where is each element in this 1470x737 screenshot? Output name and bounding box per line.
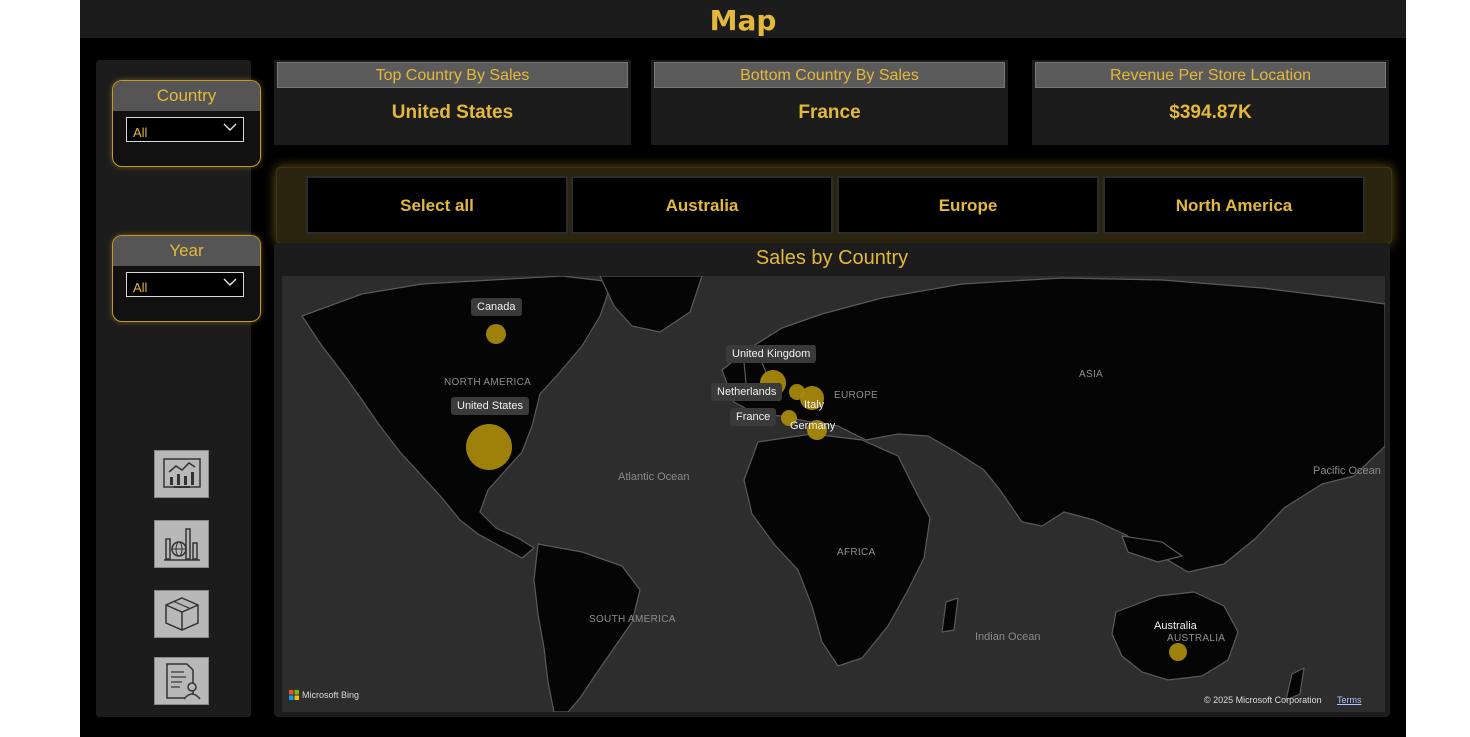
region-label-asia: ASIA [1079,369,1103,380]
bing-logo: Microsoft Bing [289,690,359,700]
year-slicer-label: Year [113,236,260,266]
label-united-states: United States [451,397,530,415]
tab-australia[interactable]: Australia [571,176,833,234]
kpi-top-country: Top Country By Sales United States [274,60,631,145]
analytics-dashboard-icon [162,458,201,488]
country-dropdown-value: All [133,125,148,140]
page-title: Map [709,4,777,37]
chevron-down-icon [223,278,237,286]
kpi-bottom-country-label: Bottom Country By Sales [654,62,1005,88]
kpi-revenue-per-store-value: $394.87K [1169,102,1252,123]
label-canada: Canada [471,298,522,316]
nav-global-sales-button[interactable] [154,520,209,568]
global-bar-chart-icon [163,528,200,561]
chevron-down-icon [223,123,237,131]
sales-map-panel: Sales by Country NORTH AMERICA SOUTH AME… [274,243,1390,717]
nav-customers-button[interactable] [154,657,209,705]
year-dropdown[interactable]: All [126,272,244,297]
report-canvas: Map Country All Year All Top Country By … [80,0,1406,737]
kpi-bottom-country-value: France [798,102,861,123]
year-dropdown-value: All [133,280,148,295]
region-label-south-america: SOUTH AMERICA [589,614,676,625]
kpi-revenue-per-store-label: Revenue Per Store Location [1035,62,1386,88]
year-slicer: Year All [112,235,261,322]
label-italy: Italy [804,399,825,411]
product-box-icon [164,597,199,631]
nav-products-button[interactable] [154,590,209,638]
kpi-bottom-country: Bottom Country By Sales France [651,60,1008,145]
customer-report-icon [165,663,201,700]
title-bar: Map [80,0,1406,38]
label-australia: Australia [1154,620,1197,632]
bubble-united-states[interactable] [466,424,512,470]
region-label-europe: EUROPE [834,390,879,401]
ocean-label-pacific: Pacific Ocean [1313,465,1381,477]
label-united-kingdom: United Kingdom [726,345,817,363]
country-slicer-label: Country [113,81,260,111]
region-tab-bar: Select all Australia Europe North Americ… [276,167,1392,244]
country-dropdown[interactable]: All [126,117,244,142]
microsoft-logo-icon [289,690,299,700]
kpi-revenue-per-store: Revenue Per Store Location $394.87K [1032,60,1389,145]
copyright-text: © 2025 Microsoft Corporation [1204,695,1322,705]
ocean-label-indian: Indian Ocean [975,631,1041,643]
world-landmass [301,276,1385,712]
map-title: Sales by Country [755,247,909,269]
label-france: France [730,408,777,426]
kpi-top-country-value: United States [391,102,514,123]
label-netherlands: Netherlands [711,383,783,401]
region-label-africa: AFRICA [837,547,876,558]
sales-map[interactable]: NORTH AMERICA SOUTH AMERICA EUROPE ASIA … [282,276,1385,712]
tab-select-all[interactable]: Select all [306,176,568,234]
sidebar: Country All Year All [96,60,261,717]
tab-north-america[interactable]: North America [1103,176,1365,234]
terms-link[interactable]: Terms [1337,695,1362,705]
kpi-top-country-label: Top Country By Sales [277,62,628,88]
region-label-north-america: NORTH AMERICA [444,377,532,388]
bubble-australia[interactable] [1169,643,1187,661]
provider-label: Microsoft Bing [302,690,360,700]
country-slicer: Country All [112,80,261,167]
label-germany: Germany [790,420,836,432]
ocean-label-atlantic: Atlantic Ocean [618,471,690,483]
nav-analytics-button[interactable] [154,450,209,498]
bubble-canada[interactable] [486,324,506,344]
tab-europe[interactable]: Europe [837,176,1099,234]
